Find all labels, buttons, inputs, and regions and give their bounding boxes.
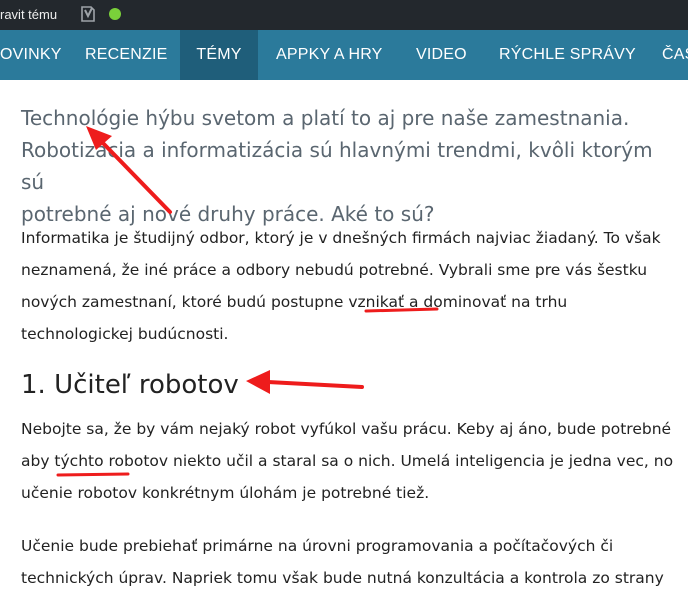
lead-line: Robotizácia a informatizácia sú hlavnými… — [21, 138, 653, 194]
edit-theme-link[interactable]: ravit tému — [0, 7, 57, 22]
paragraph-2: Učenie bude prebiehať primárne na úrovni… — [21, 530, 688, 594]
paragraph-line: Informatika je študijný odbor, ktorý je … — [21, 229, 661, 247]
paragraph-line: Učenie bude prebiehať primárne na úrovni… — [21, 537, 614, 555]
lead-line: Technológie hýbu svetom a platí to aj pr… — [21, 106, 630, 130]
main-nav: OVINKY RECENZIE TÉMY APPKY A HRY VIDEO R… — [0, 30, 688, 80]
paragraph-line: učenie robotov konkrétnym úlohám je potr… — [21, 484, 430, 502]
paragraph-line: technických úprav. Napriek tomu však bud… — [21, 569, 664, 587]
paragraph-line: nových zamestnaní, ktoré budú postupne v… — [21, 293, 568, 311]
paragraph-1: Nebojte sa, že by vám nejaký robot vyfúk… — [21, 413, 688, 509]
annotation-arrowhead-heading — [246, 370, 270, 394]
yoast-icon[interactable] — [79, 5, 97, 23]
annotation-arrow-heading — [266, 380, 364, 389]
paragraph-line: Nebojte sa, že by vám nejaký robot vyfúk… — [21, 420, 672, 438]
paragraph-line: aby týchto robotov niekto učil a staral … — [21, 452, 674, 470]
nav-item-temy[interactable]: TÉMY — [180, 30, 258, 80]
paragraph-line: neznamená, že iné práce a odbory nebudú … — [21, 261, 648, 279]
status-dot-icon — [109, 8, 121, 20]
nav-item-cas[interactable]: ČAS — [644, 30, 688, 80]
intro-paragraph: Informatika je študijný odbor, ktorý je … — [21, 222, 688, 350]
section-heading: 1. Učiteľ robotov — [21, 370, 239, 400]
nav-item-recenzie[interactable]: RECENZIE — [63, 30, 190, 80]
admin-bar: ravit tému — [0, 0, 688, 30]
nav-item-video[interactable]: VIDEO — [398, 30, 485, 80]
nav-item-appky-a-hry[interactable]: APPKY A HRY — [258, 30, 401, 80]
nav-item-rychle-spravy[interactable]: RÝCHLE SPRÁVY — [481, 30, 654, 80]
article-lead: Technológie hýbu svetom a platí to aj pr… — [21, 102, 681, 230]
paragraph-line: technologickej budúcnosti. — [21, 325, 229, 343]
